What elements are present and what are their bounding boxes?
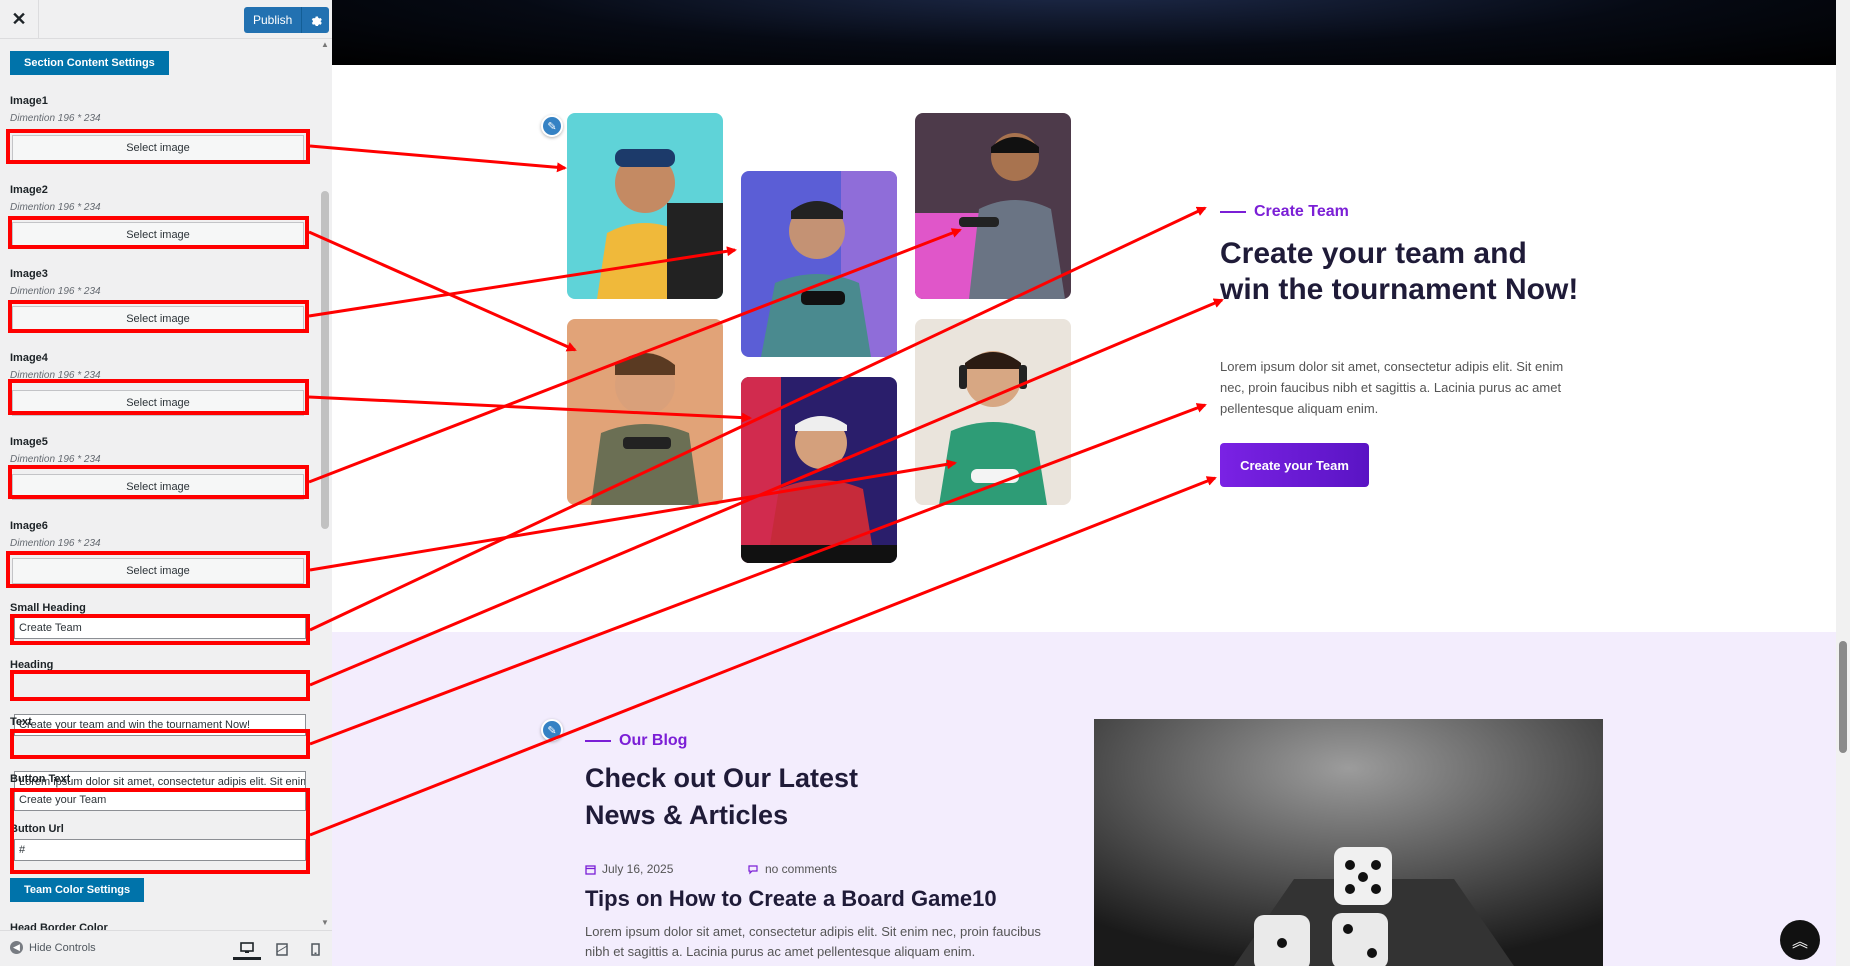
team-photo-3: [915, 113, 1071, 299]
hero-banner-bottom: [332, 0, 1836, 65]
image6-desc: Dimention 196 * 234: [10, 538, 101, 549]
post-date: July 16, 2025: [585, 862, 673, 876]
close-icon: ✕: [11, 9, 27, 29]
image6-label: Image6: [10, 520, 48, 532]
mobile-icon: [310, 942, 320, 956]
post-date-text: July 16, 2025: [602, 862, 674, 876]
annotation-box-image3: [8, 300, 309, 333]
team-small-heading-text: Create Team: [1254, 203, 1349, 220]
calendar-icon: [585, 864, 596, 875]
image3-label: Image3: [10, 268, 48, 280]
team-color-settings-button[interactable]: Team Color Settings: [10, 878, 145, 902]
publish-button[interactable]: Publish: [244, 7, 303, 33]
hide-controls-label: Hide Controls: [29, 941, 96, 954]
scroll-up-arrow-icon[interactable]: ▲: [321, 41, 329, 49]
site-preview: ✎ Create Team Create your team and win t…: [332, 0, 1836, 966]
annotation-box-image2: [8, 216, 309, 249]
scroll-down-arrow-icon[interactable]: ▼: [321, 919, 329, 927]
edit-shortcut-pencil-icon[interactable]: ✎: [541, 115, 563, 137]
text-label: Text: [10, 716, 32, 728]
annotation-box-small-heading: [10, 614, 310, 645]
image5-desc: Dimention 196 * 234: [10, 454, 101, 465]
collapse-icon: ◀: [10, 941, 23, 954]
team-photo-4: [567, 319, 723, 505]
sidebar-scroll-thumb[interactable]: [321, 191, 329, 529]
publish-settings-button[interactable]: [302, 7, 330, 33]
page-scroll-thumb[interactable]: [1839, 641, 1847, 753]
post-comments-text: no comments: [765, 862, 838, 876]
team-photo-1: [567, 113, 723, 299]
page-scrollbar[interactable]: [1836, 0, 1850, 966]
double-chevron-up-icon: ︽: [1791, 934, 1808, 951]
annotation-box-image6: [6, 551, 310, 588]
annotation-box-image1: [6, 129, 310, 164]
hide-controls-button[interactable]: ◀ Hide Controls: [10, 941, 96, 954]
mobile-preview-button[interactable]: [301, 938, 329, 960]
post-featured-image[interactable]: [1094, 719, 1603, 966]
blog-heading: Check out Our Latest News & Articles: [585, 763, 859, 830]
publish-group: Publish: [244, 7, 330, 33]
tablet-preview-button[interactable]: [268, 938, 296, 960]
blog-edit-shortcut-pencil-icon[interactable]: ✎: [541, 719, 563, 741]
heading-accent-line: [1220, 211, 1246, 213]
post-comments[interactable]: no comments: [747, 862, 837, 876]
desktop-icon: [240, 941, 254, 953]
team-photo-2: [741, 171, 897, 357]
head-border-color-label: Head Border Color: [10, 922, 108, 930]
image5-label: Image5: [10, 436, 48, 448]
image1-label: Image1: [10, 95, 48, 107]
image1-desc: Dimention 196 * 234: [10, 113, 101, 124]
sidebar-footer: ◀ Hide Controls: [0, 930, 332, 966]
blog-small-heading-text: Our Blog: [619, 732, 688, 749]
image3-desc: Dimention 196 * 234: [10, 286, 101, 297]
blog-small-heading: Our Blog: [585, 732, 687, 750]
annotation-box-image4: [8, 379, 309, 415]
annotation-box-button: [10, 788, 310, 874]
button-text-label: Button Text: [10, 773, 71, 785]
post-excerpt: Lorem ipsum dolor sit amet, consectetur …: [585, 924, 1041, 959]
team-small-heading: Create Team: [1220, 203, 1349, 221]
team-heading: Create your team and win the tournament …: [1220, 237, 1579, 306]
small-heading-label: Small Heading: [10, 602, 86, 614]
blog-section: ✎ Our Blog Check out Our Latest News & A…: [332, 632, 1836, 966]
annotation-box-image5: [8, 465, 309, 499]
team-photo-6: [915, 319, 1071, 505]
team-text: Lorem ipsum dolor sit amet, consectetur …: [1220, 359, 1564, 416]
team-photo-5: [741, 377, 897, 563]
image4-label: Image4: [10, 352, 48, 364]
image2-desc: Dimention 196 * 234: [10, 202, 101, 213]
section-content-settings-button[interactable]: Section Content Settings: [10, 51, 169, 75]
image2-label: Image2: [10, 184, 48, 196]
close-customizer-button[interactable]: ✕: [0, 0, 39, 39]
annotation-box-heading: [10, 670, 310, 701]
back-to-top-button[interactable]: ︽: [1780, 920, 1820, 960]
sidebar-header: ✕ Publish: [0, 0, 332, 39]
comment-icon: [748, 864, 758, 874]
sidebar-scrollbar[interactable]: ▲ ▼: [318, 39, 332, 930]
create-team-button[interactable]: Create your Team: [1220, 443, 1369, 487]
gear-icon: [311, 16, 322, 26]
annotation-box-text: [10, 729, 310, 759]
post-title-link[interactable]: Tips on How to Create a Board Game10: [585, 886, 997, 912]
tablet-icon: [276, 942, 288, 956]
blog-heading-accent-line: [585, 740, 611, 742]
desktop-preview-button[interactable]: [233, 938, 261, 960]
